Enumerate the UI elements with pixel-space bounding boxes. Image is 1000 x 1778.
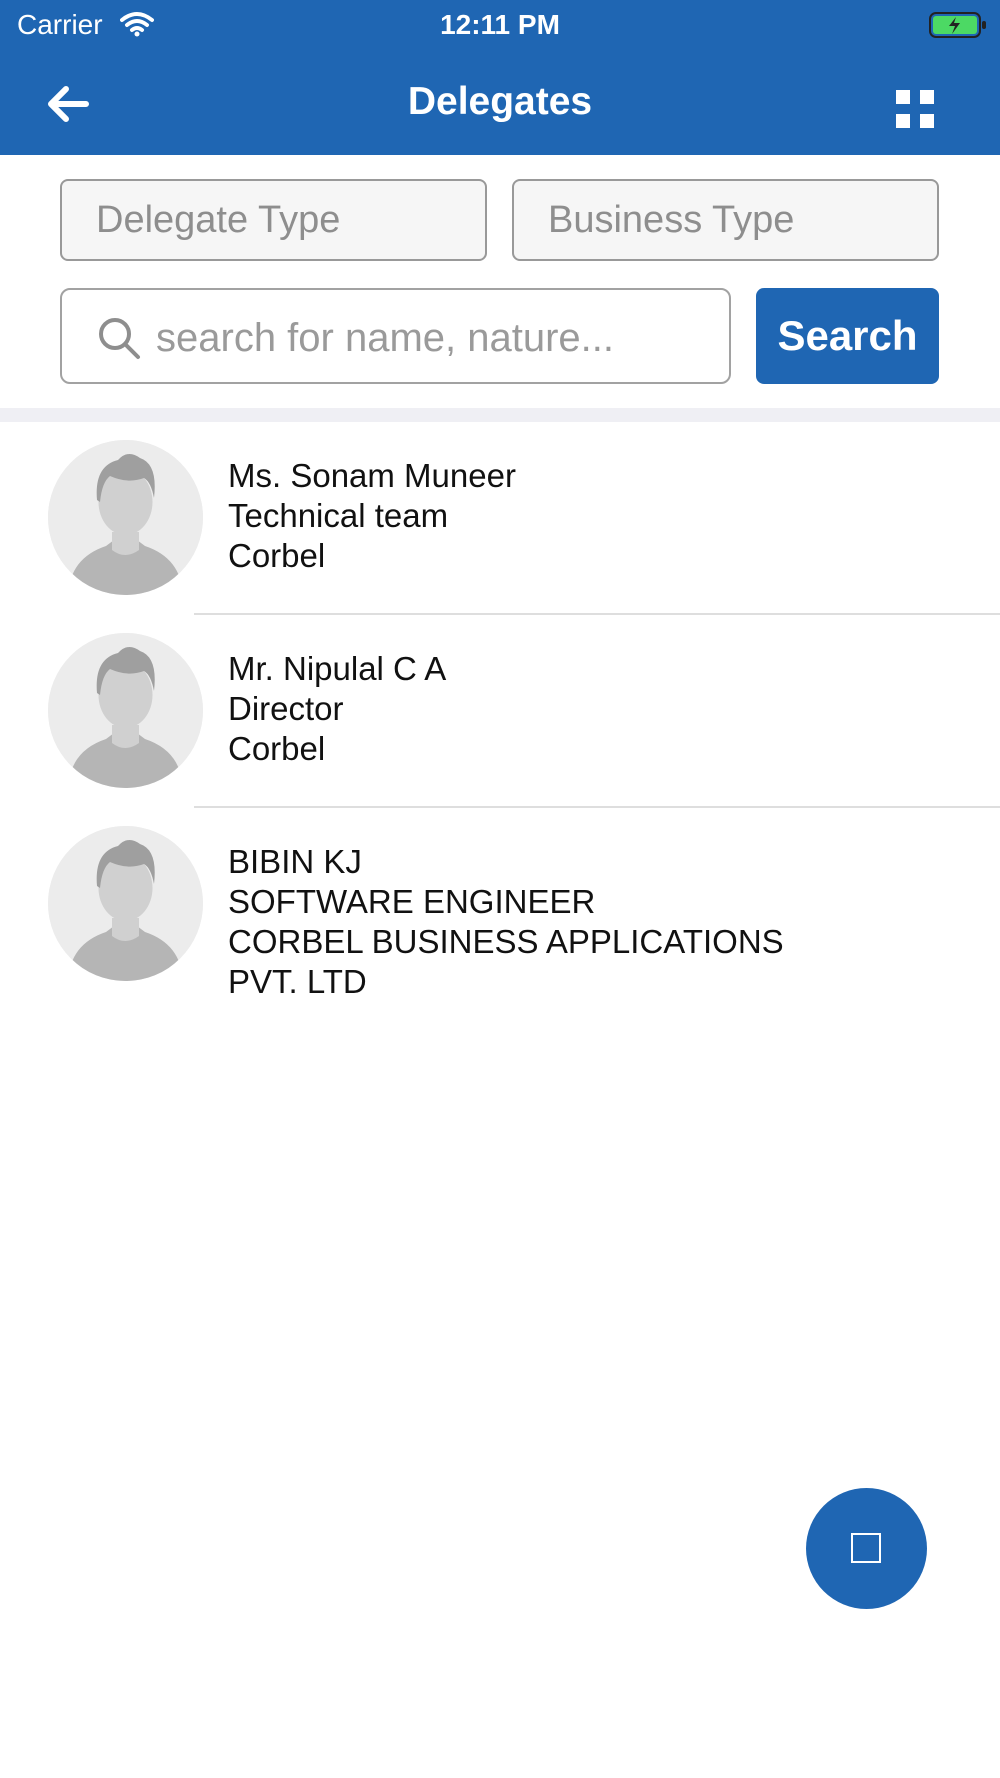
delegates-screen: Carrier 12:11 PM Delegates Delegate Type… <box>0 0 1000 1778</box>
person-placeholder-icon <box>48 826 203 981</box>
delegate-row[interactable]: BIBIN KJ SOFTWARE ENGINEER CORBEL BUSINE… <box>0 808 1000 1038</box>
section-divider <box>0 408 1000 422</box>
delegate-row[interactable]: Ms. Sonam Muneer Technical team Corbel <box>0 422 1000 615</box>
delegate-type-select[interactable]: Delegate Type <box>60 179 487 261</box>
business-type-select[interactable]: Business Type <box>512 179 939 261</box>
delegate-info: Mr. Nipulal C A Director Corbel <box>228 649 968 769</box>
delegate-info: Ms. Sonam Muneer Technical team Corbel <box>228 456 968 576</box>
delegate-list: Ms. Sonam Muneer Technical team Corbel M… <box>0 422 1000 1038</box>
delegate-designation: Director <box>228 690 344 727</box>
avatar <box>48 440 203 595</box>
avatar <box>48 633 203 788</box>
square-icon <box>851 1533 881 1563</box>
page-title: Delegates <box>407 80 593 123</box>
delegate-designation: SOFTWARE ENGINEER <box>228 883 596 920</box>
delegate-company: Corbel <box>228 537 326 574</box>
grid-icon <box>896 90 934 128</box>
delegate-name: Ms. Sonam Muneer <box>228 457 516 494</box>
battery-icon <box>929 12 986 38</box>
floating-action-button[interactable] <box>806 1488 927 1609</box>
search-input[interactable] <box>154 300 718 376</box>
person-placeholder-icon <box>48 633 203 788</box>
delegate-company: CORBEL BUSINESS APPLICATIONS PVT. LTD <box>228 923 784 1000</box>
delegate-info: BIBIN KJ SOFTWARE ENGINEER CORBEL BUSINE… <box>228 842 968 1002</box>
status-time: 12:11 PM <box>440 9 560 40</box>
delegate-designation: Technical team <box>228 497 449 534</box>
delegate-name: Mr. Nipulal C A <box>228 650 447 687</box>
delegate-company: Corbel <box>228 730 326 767</box>
delegate-name: BIBIN KJ <box>228 843 362 880</box>
avatar <box>48 826 203 981</box>
search-field[interactable] <box>60 288 731 384</box>
app-header: Carrier 12:11 PM Delegates <box>0 0 1000 155</box>
delegate-row[interactable]: Mr. Nipulal C A Director Corbel <box>0 615 1000 808</box>
person-placeholder-icon <box>48 440 203 595</box>
grid-view-button[interactable] <box>890 84 940 134</box>
search-icon <box>99 318 140 359</box>
search-button[interactable]: Search <box>756 288 939 384</box>
